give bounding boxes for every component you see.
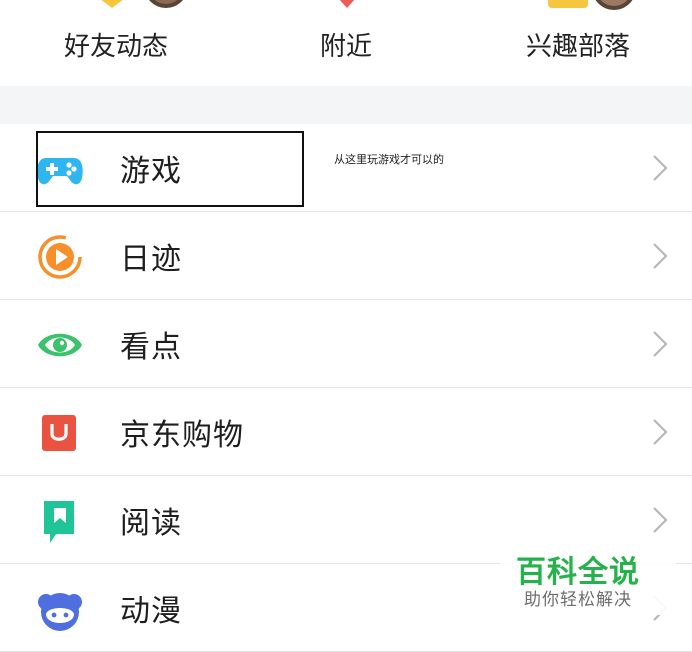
- nearby-entry[interactable]: 附近: [246, 0, 446, 86]
- highlight-box: [36, 131, 304, 207]
- annotation-note: 从这里玩游戏才可以的: [334, 153, 444, 166]
- menu-item-daily-trace[interactable]: 日迹: [0, 212, 692, 300]
- anime-face-icon: [38, 593, 82, 631]
- bookmark-book-icon: [44, 501, 74, 543]
- menu-item-label: 动漫: [120, 594, 182, 629]
- interest-tribe-entry[interactable]: 兴趣部落: [478, 0, 678, 86]
- chevron-right-icon: [653, 243, 668, 269]
- tribe-avatar-icon: [548, 0, 633, 10]
- menu-item-jd-shopping[interactable]: 京东购物: [0, 388, 692, 476]
- watermark: 百科全说 助你轻松解决: [500, 543, 676, 615]
- eye-icon: [38, 333, 82, 357]
- chevron-right-icon: [653, 155, 668, 181]
- friend-avatar-icon: [101, 0, 183, 8]
- menu-item-label: 看点: [120, 330, 182, 365]
- shopping-bag-icon: [42, 415, 76, 451]
- chevron-right-icon: [653, 331, 668, 357]
- menu-item-label: 阅读: [120, 506, 182, 541]
- top-nav-label: 附近: [319, 32, 372, 62]
- top-navigation: 好友动态 附近 兴趣部落: [0, 0, 692, 86]
- top-nav-label: 好友动态: [63, 32, 168, 62]
- chevron-right-icon: [653, 419, 668, 445]
- section-separator: [0, 86, 692, 124]
- chevron-right-icon: [653, 507, 668, 533]
- play-circle-icon: [38, 235, 82, 279]
- top-nav-label: 兴趣部落: [525, 32, 630, 62]
- menu-item-watch-point[interactable]: 看点: [0, 300, 692, 388]
- menu-item-label: 日迹: [120, 242, 182, 277]
- location-pin-icon: [339, 0, 355, 8]
- watermark-subtitle: 助你轻松解决: [524, 590, 632, 610]
- friend-feed-entry[interactable]: 好友动态: [16, 0, 216, 86]
- menu-item-label: 京东购物: [120, 418, 244, 453]
